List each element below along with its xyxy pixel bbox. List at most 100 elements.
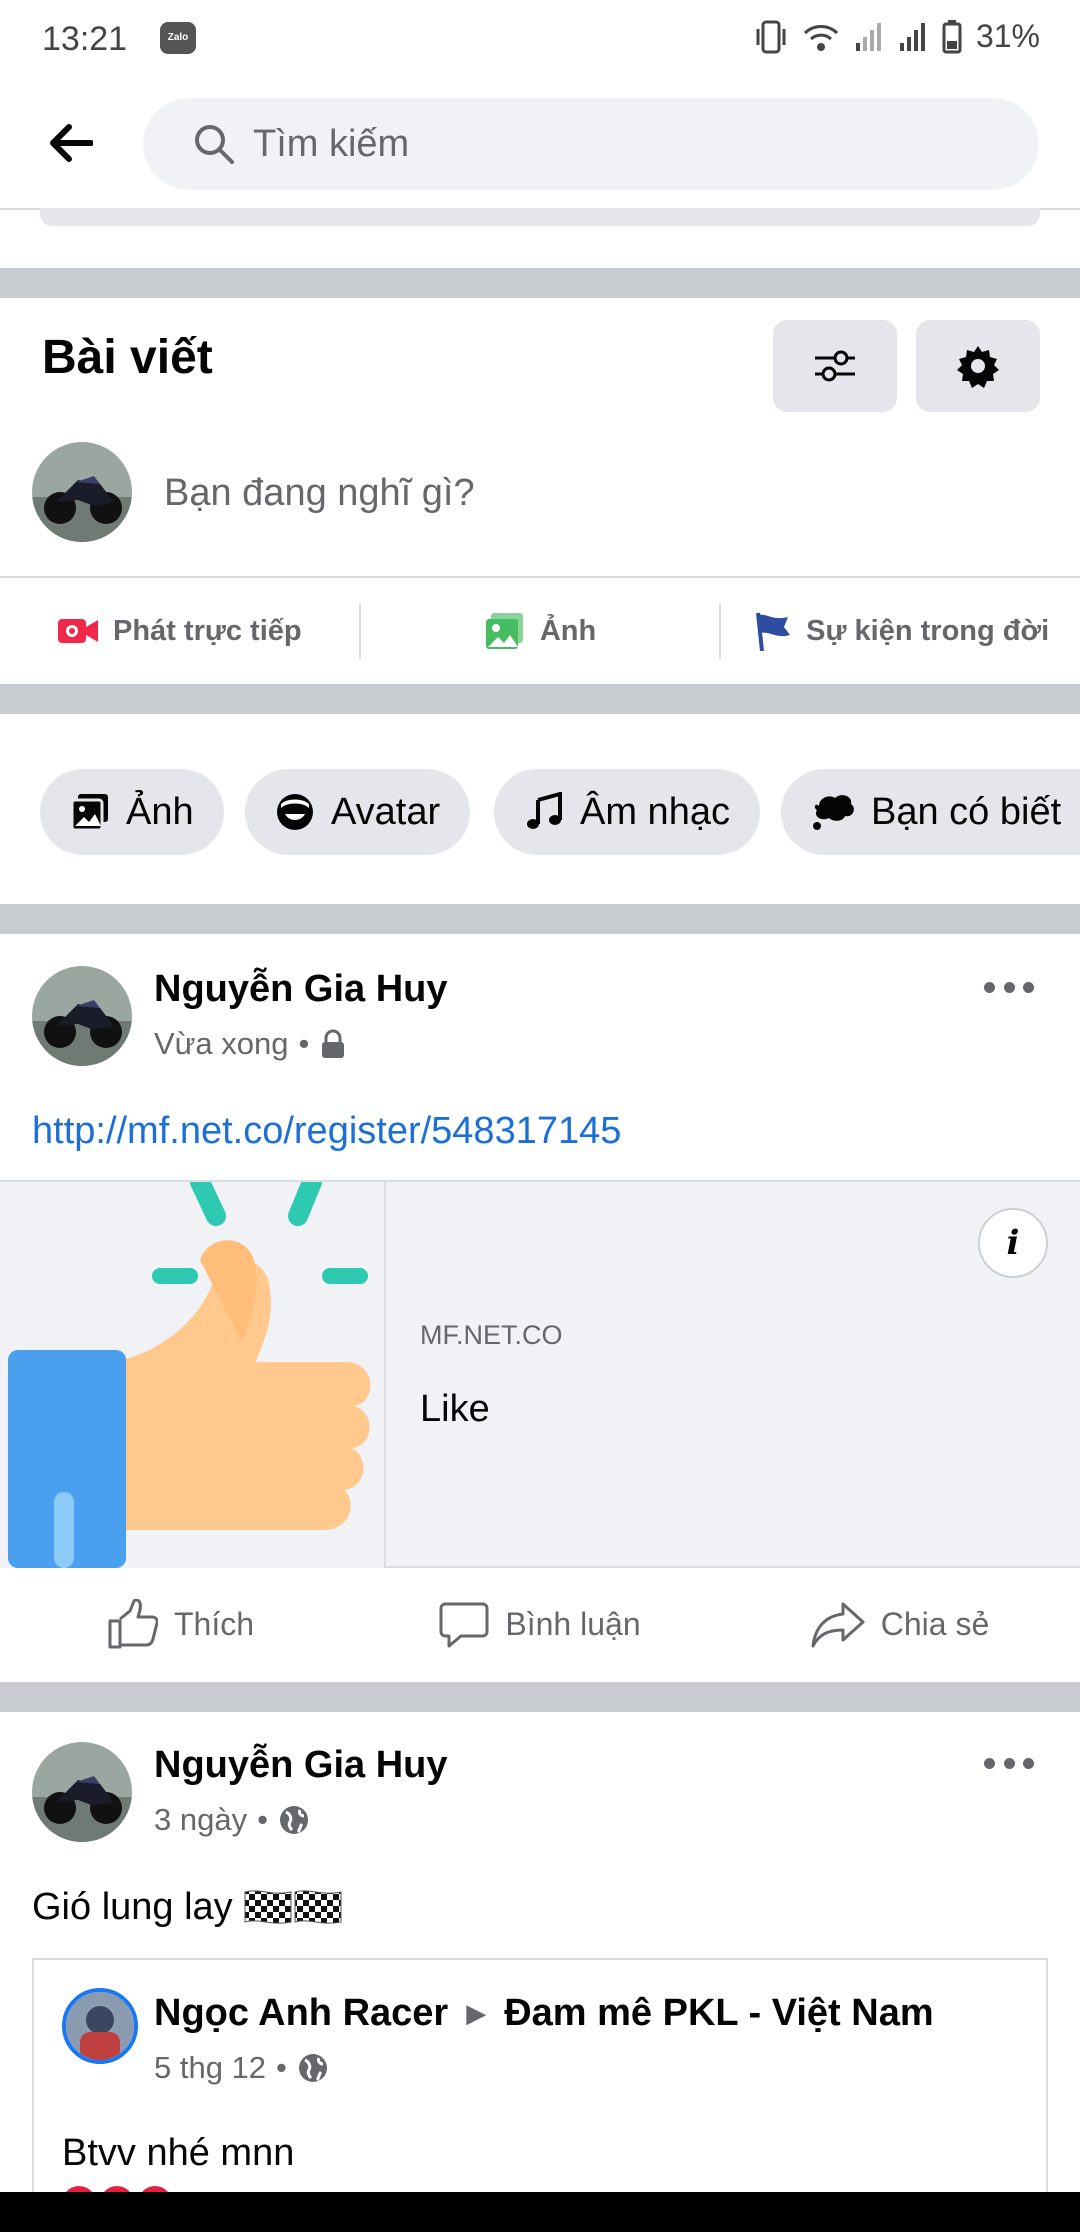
- search-header: Tìm kiếm: [0, 80, 1080, 210]
- section-divider: [0, 904, 1080, 934]
- info-icon[interactable]: i: [978, 1208, 1048, 1278]
- shared-author-name[interactable]: Ngọc Anh Racer: [154, 1992, 448, 2035]
- motorcycle-avatar-image: [32, 1742, 132, 1842]
- search-placeholder: Tìm kiếm: [253, 122, 410, 165]
- system-navigation-bar: [0, 2192, 1080, 2232]
- meta-dot: •: [257, 1802, 268, 1837]
- shared-timestamp[interactable]: 5 thg 12: [154, 2050, 266, 2086]
- racer-avatar-image: [66, 1992, 134, 2060]
- photo-button[interactable]: Ảnh: [361, 603, 720, 659]
- live-video-label: Phát trực tiếp: [113, 614, 302, 647]
- comment-label: Bình luận: [505, 1605, 641, 1642]
- search-icon: [195, 125, 234, 164]
- thumbs-up-icon: [108, 1599, 158, 1649]
- chip-label: Bạn có biết: [871, 790, 1062, 833]
- life-event-button[interactable]: Sự kiện trong đời: [721, 603, 1080, 659]
- post-link[interactable]: http://mf.net.co/register/548317145: [32, 1110, 621, 1153]
- previous-section-edge: [40, 208, 1040, 226]
- globe-icon[interactable]: [278, 1804, 310, 1836]
- post-author-avatar[interactable]: [32, 1742, 132, 1842]
- chip-label: Âm nhạc: [580, 790, 730, 833]
- life-event-label: Sự kiện trong đời: [806, 614, 1050, 647]
- share-arrow-icon: [811, 1602, 865, 1648]
- group-arrow: ▶: [466, 1998, 487, 2028]
- motorcycle-avatar-image: [32, 966, 132, 1066]
- chip-music[interactable]: Âm nhạc: [494, 769, 760, 855]
- photo-icon: [485, 613, 523, 649]
- filter-button[interactable]: [773, 320, 897, 412]
- wifi-icon: [803, 24, 838, 51]
- shared-post-meta: 5 thg 12 •: [154, 2050, 329, 2086]
- chip-label: Ảnh: [126, 790, 194, 833]
- post-author-name[interactable]: Nguyễn Gia Huy: [154, 968, 448, 1011]
- post-text: Gió lung lay: [32, 1886, 343, 1929]
- like-button[interactable]: Thích: [0, 1599, 360, 1649]
- flag-icon: [756, 612, 791, 651]
- photo-label: Ảnh: [539, 614, 597, 647]
- link-preview-card[interactable]: MF.NET.CO Like i: [0, 1180, 1080, 1568]
- status-bar: 13:21 Zalo 31%: [0, 0, 1080, 80]
- battery-icon: [942, 19, 962, 53]
- post-body: Gió lung lay: [32, 1886, 233, 1928]
- post-author-avatar[interactable]: [32, 966, 132, 1066]
- chip-did-you-know[interactable]: Bạn có biết: [781, 769, 1080, 855]
- post-more-button[interactable]: [984, 1748, 1034, 1778]
- post-author-name[interactable]: Nguyễn Gia Huy: [154, 1744, 448, 1787]
- share-label: Chia sẻ: [880, 1605, 990, 1642]
- chip-photos[interactable]: Ảnh: [40, 769, 224, 855]
- post-meta: Vừa xong •: [154, 1026, 347, 1062]
- section-divider: [0, 268, 1080, 298]
- posts-section-header: Bài viết Bạn đang nghĩ gì?: [0, 300, 1080, 576]
- meta-dot: •: [276, 2050, 287, 2085]
- avatar-icon: [277, 794, 313, 830]
- link-title: Like: [420, 1388, 490, 1430]
- status-time: 13:21: [42, 20, 128, 58]
- shared-post-card[interactable]: Ngọc Anh Racer ▶ Đam mê PKL - Việt Nam 5…: [32, 1958, 1048, 2220]
- shared-author-line: Ngọc Anh Racer ▶ Đam mê PKL - Việt Nam: [154, 1992, 934, 2035]
- post-reaction-bar: Thích Bình luận Chia sẻ: [0, 1568, 1080, 1680]
- like-label: Thích: [173, 1605, 255, 1642]
- search-input[interactable]: Tìm kiếm: [143, 98, 1039, 190]
- music-note-icon: [527, 792, 562, 829]
- photo-album-icon: [70, 794, 108, 832]
- live-video-button[interactable]: Phát trực tiếp: [0, 603, 359, 659]
- settings-button[interactable]: [916, 320, 1040, 412]
- chip-label: Avatar: [331, 790, 441, 833]
- lock-icon[interactable]: [319, 1029, 347, 1059]
- section-title: Bài viết: [42, 331, 213, 384]
- gear-icon: [957, 346, 999, 388]
- shared-post-text: Btvv nhé mnn: [62, 2132, 295, 2174]
- motorcycle-avatar-image: [32, 442, 132, 542]
- battery-level: 31%: [975, 18, 1040, 54]
- link-domain: MF.NET.CO: [420, 1320, 563, 1350]
- chip-avatar[interactable]: Avatar: [245, 769, 471, 855]
- back-arrow-icon: [50, 124, 93, 162]
- shared-author-avatar[interactable]: [62, 1988, 138, 2064]
- user-avatar[interactable]: [32, 442, 132, 542]
- share-button[interactable]: Chia sẻ: [720, 1600, 1080, 1648]
- composer-actions: Phát trực tiếp Ảnh Sự kiện trong đời: [0, 576, 1080, 684]
- live-video-icon: [58, 619, 99, 643]
- section-divider: [0, 684, 1080, 714]
- meta-dot: •: [298, 1026, 310, 1061]
- post-more-button[interactable]: [984, 972, 1034, 1002]
- thumbs-up-image: [0, 1182, 386, 1568]
- signal-2-icon: [899, 22, 925, 51]
- checkered-flag-icon: [244, 1889, 342, 1924]
- sliders-icon: [815, 350, 855, 382]
- composer-input[interactable]: Bạn đang nghĩ gì?: [164, 472, 475, 515]
- post-timestamp[interactable]: Vừa xong: [154, 1026, 289, 1062]
- back-button[interactable]: [40, 118, 100, 168]
- shared-group-name[interactable]: Đam mê PKL - Việt Nam: [504, 1992, 933, 2035]
- speech-bubble-icon: [813, 795, 854, 830]
- comment-button[interactable]: Bình luận: [360, 1600, 720, 1648]
- post-timestamp[interactable]: 3 ngày: [154, 1802, 247, 1838]
- zalo-notification-icon: Zalo: [160, 22, 196, 54]
- comment-icon: [439, 1602, 489, 1648]
- vibrate-icon: [756, 20, 786, 53]
- section-divider: [0, 1682, 1080, 1712]
- post-filter-chips: Ảnh Avatar Âm nhạc Bạn có biết: [0, 714, 1080, 904]
- signal-1-icon: [855, 22, 881, 51]
- post-meta: 3 ngày •: [154, 1802, 310, 1838]
- globe-icon: [298, 2054, 327, 2082]
